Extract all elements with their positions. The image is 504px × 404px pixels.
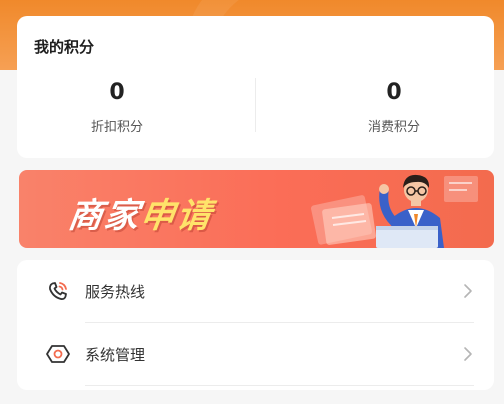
merchant-apply-banner[interactable]: 商家申请 <box>19 170 494 248</box>
menu-item-system-management[interactable]: 系统管理 <box>17 323 494 385</box>
banner-title-part2: 申请 <box>137 196 216 236</box>
hexagon-settings-icon <box>45 341 71 367</box>
menu-card: 服务热线 系统管理 <box>17 260 494 390</box>
chevron-right-icon <box>464 284 472 298</box>
consume-points-value: 0 <box>386 80 402 105</box>
points-title: 我的积分 <box>34 38 95 56</box>
consume-points[interactable]: 0 消费积分 <box>294 80 494 135</box>
consume-points-label: 消费积分 <box>367 120 420 135</box>
banner-title-part1: 商家 <box>65 196 144 236</box>
points-card: 我的积分 0 折扣积分 0 消费积分 <box>17 16 494 158</box>
discount-points-value: 0 <box>109 80 125 105</box>
phone-icon <box>45 278 71 304</box>
chevron-right-icon <box>464 347 472 361</box>
businessman-illustration <box>310 174 478 248</box>
banner-title: 商家申请 <box>66 188 217 237</box>
discount-points[interactable]: 0 折扣积分 <box>17 80 217 135</box>
menu-item-label: 服务热线 <box>85 282 146 301</box>
points-divider <box>255 78 256 132</box>
discount-points-label: 折扣积分 <box>90 120 143 135</box>
menu-item-label: 系统管理 <box>85 345 146 364</box>
menu-divider <box>85 385 474 386</box>
menu-item-service-hotline[interactable]: 服务热线 <box>17 260 494 322</box>
